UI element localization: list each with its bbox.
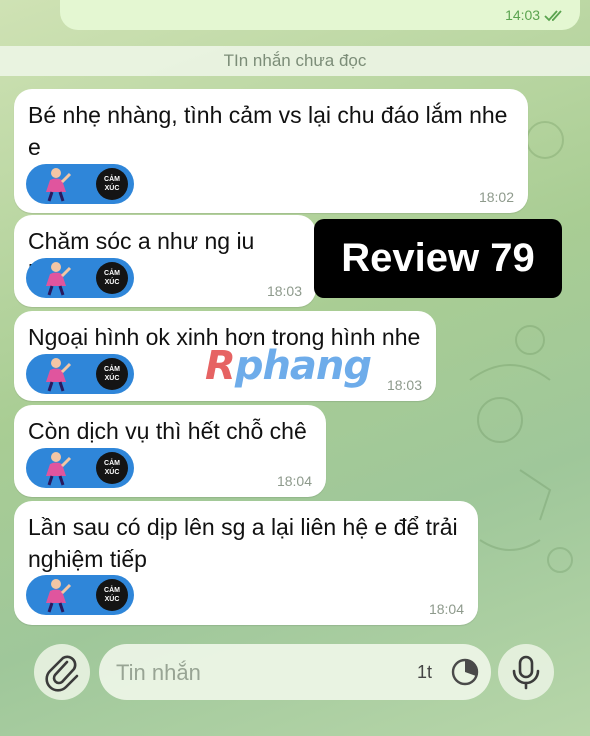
message-text: Bé nhẹ nhàng, tình cảm vs lại chu đáo lắ…: [28, 102, 508, 160]
incoming-message-bubble[interactable]: Lần sau có dịp lên sg a lại liên hệ e để…: [14, 501, 478, 625]
timer-icon[interactable]: [449, 656, 481, 688]
message-input[interactable]: Tin nhắn 1t: [99, 644, 491, 700]
sticker-label: CẢM XÚC: [96, 579, 128, 611]
message-text: Còn dịch vụ thì hết chỗ chê: [28, 418, 307, 444]
sticker-label: CẢM XÚC: [96, 358, 128, 390]
self-destruct-timer-value: 1t: [417, 662, 433, 682]
message-text: Lần sau có dịp lên sg a lại liên hệ e để…: [28, 514, 458, 572]
reaction-sticker[interactable]: CẢM XÚC: [26, 448, 134, 488]
message-time: 18:03: [386, 377, 422, 393]
message-time: 18:04: [428, 601, 464, 617]
message-time: 18:03: [266, 283, 302, 299]
dancing-figure-icon: [46, 452, 72, 486]
message-time: 14:03: [505, 7, 566, 23]
incoming-message-bubble[interactable]: Bé nhẹ nhàng, tình cảm vs lại chu đáo lắ…: [14, 89, 528, 213]
dancing-figure-icon: [46, 358, 72, 392]
dancing-figure-icon: [46, 579, 72, 613]
reaction-sticker[interactable]: CẢM XÚC: [26, 354, 134, 394]
review-number-label: Review 79: [314, 219, 562, 298]
reaction-sticker[interactable]: CẢM XÚC: [26, 164, 134, 204]
double-check-icon: [544, 10, 562, 22]
message-time: 18:02: [478, 189, 514, 205]
reaction-sticker[interactable]: CẢM XÚC: [26, 575, 134, 615]
attach-button[interactable]: [34, 644, 90, 700]
sticker-label: CẢM XÚC: [96, 452, 128, 484]
message-input-placeholder: Tin nhắn: [116, 660, 201, 685]
message-time: 18:04: [276, 473, 312, 489]
incoming-message-bubble[interactable]: Còn dịch vụ thì hết chỗ chê CẢM XÚC 18:04: [14, 405, 326, 497]
voice-record-button[interactable]: [498, 644, 554, 700]
sticker-label: CẢM XÚC: [96, 168, 128, 200]
paperclip-icon: [45, 655, 79, 692]
unread-divider-label: TIn nhắn chưa đọc: [223, 51, 367, 70]
message-composer: Tin nhắn 1t: [0, 638, 590, 708]
microphone-icon: [512, 655, 540, 690]
outgoing-message-bubble[interactable]: 14:03: [60, 0, 580, 30]
incoming-message-bubble[interactable]: Chăm sóc a như ng iu luôn CẢMXÚC 18:03: [14, 215, 316, 307]
dancing-figure-icon: [46, 168, 72, 202]
watermark-logo: Rphang: [205, 343, 372, 389]
dancing-figure-icon: [46, 262, 72, 296]
sticker-label: CẢM XÚC: [96, 262, 128, 294]
unread-messages-divider: TIn nhắn chưa đọc: [0, 46, 590, 76]
reaction-sticker[interactable]: CẢM XÚC: [26, 258, 134, 298]
